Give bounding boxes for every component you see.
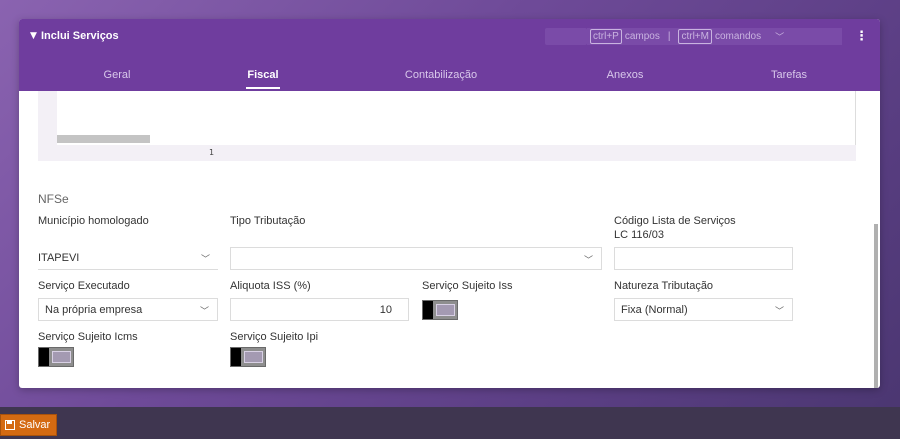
shortcut-key-comandos: ctrl+M xyxy=(678,29,712,44)
collapse-caret-icon[interactable]: ▼ xyxy=(30,31,37,41)
vertical-scrollbar[interactable] xyxy=(874,224,878,388)
natureza-value: Fixa (Normal) xyxy=(621,303,688,316)
tab-geral[interactable]: Geral xyxy=(104,69,131,81)
inclui-servicos-dialog: ▼ Inclui Serviços ctrl+P campos | ctrl+M… xyxy=(19,19,880,388)
shortcut-label-campos: campos xyxy=(624,31,660,42)
chevron-down-icon: ﹀ xyxy=(774,306,784,316)
municipio-label: Município homologado xyxy=(38,215,149,227)
shortcut-label-comandos: comandos xyxy=(714,31,762,42)
sujeito-iss-toggle[interactable] xyxy=(422,300,458,320)
municipio-select[interactable]: ITAPEVI ﹀ xyxy=(38,247,218,270)
kebab-menu-icon[interactable]: ⋮ xyxy=(855,30,868,43)
chevron-down-icon: ﹀ xyxy=(199,306,209,316)
dialog-header: ▼ Inclui Serviços ctrl+P campos | ctrl+M… xyxy=(19,19,880,91)
aliquota-input[interactable]: 10 xyxy=(230,298,409,321)
natureza-label: Natureza Tributação xyxy=(614,280,714,292)
toggle-knob xyxy=(231,348,241,366)
sujeito-icms-toggle[interactable] xyxy=(38,347,74,367)
bottom-toolbar xyxy=(0,407,900,439)
aliquota-label: Aliquota ISS (%) xyxy=(230,280,311,292)
grid-panel: 1 xyxy=(38,91,856,161)
tab-tarefas[interactable]: Tarefas xyxy=(771,69,807,81)
grid-page-number[interactable]: 1 xyxy=(209,148,214,157)
tipo-tributacao-select[interactable]: ﹀ xyxy=(230,247,602,270)
municipio-value: ITAPEVI xyxy=(38,252,80,264)
toggle-track xyxy=(244,351,263,363)
sujeito-iss-label: Serviço Sujeito Iss xyxy=(422,280,513,292)
codigo-lista-label: Código Lista de Serviços xyxy=(614,215,736,227)
sujeito-icms-label: Serviço Sujeito Icms xyxy=(38,331,138,343)
tab-bar: Geral Fiscal Contabilização Anexos Taref… xyxy=(19,65,880,91)
save-label: Salvar xyxy=(19,419,51,431)
sujeito-ipi-label: Serviço Sujeito Ipi xyxy=(230,331,319,343)
toggle-knob xyxy=(39,348,49,366)
codigo-lista-label-sub: LC 116/03 xyxy=(614,229,664,241)
aliquota-value: 10 xyxy=(379,303,392,316)
nfse-section-title: NFSe xyxy=(38,192,69,206)
dialog-title: Inclui Serviços xyxy=(41,30,119,42)
tab-anexos[interactable]: Anexos xyxy=(607,69,644,81)
servico-executado-label: Serviço Executado xyxy=(38,280,130,292)
floppy-disk-icon xyxy=(5,420,15,430)
chevron-down-icon: ﹀ xyxy=(583,255,593,265)
shortcut-separator: | xyxy=(667,31,671,42)
chevron-down-icon[interactable]: ﹀ xyxy=(775,30,784,43)
toggle-track xyxy=(52,351,71,363)
tipo-tributacao-label: Tipo Tributação xyxy=(230,215,306,227)
tab-contabilizacao[interactable]: Contabilização xyxy=(405,69,477,81)
grid-body xyxy=(57,91,856,145)
active-tab-indicator xyxy=(246,87,280,89)
toggle-track xyxy=(436,304,455,316)
servico-executado-select[interactable]: Na própria empresa ﹀ xyxy=(38,298,218,321)
tab-fiscal[interactable]: Fiscal xyxy=(247,69,278,81)
shortcut-key-campos: ctrl+P xyxy=(590,29,622,44)
grid-horizontal-scrollbar[interactable] xyxy=(57,135,150,143)
sujeito-ipi-toggle[interactable] xyxy=(230,347,266,367)
chevron-down-icon: ﹀ xyxy=(200,254,210,264)
save-button[interactable]: Salvar xyxy=(0,414,58,436)
title-row: ▼ Inclui Serviços ctrl+P campos | ctrl+M… xyxy=(19,19,880,55)
field-search-input[interactable] xyxy=(545,28,587,45)
shortcut-bar[interactable]: ctrl+P campos | ctrl+M comandos ﹀ xyxy=(587,28,842,45)
codigo-lista-input[interactable] xyxy=(614,247,793,270)
servico-executado-value: Na própria empresa xyxy=(45,303,143,316)
toggle-knob xyxy=(423,301,433,319)
natureza-select[interactable]: Fixa (Normal) ﹀ xyxy=(614,298,793,321)
